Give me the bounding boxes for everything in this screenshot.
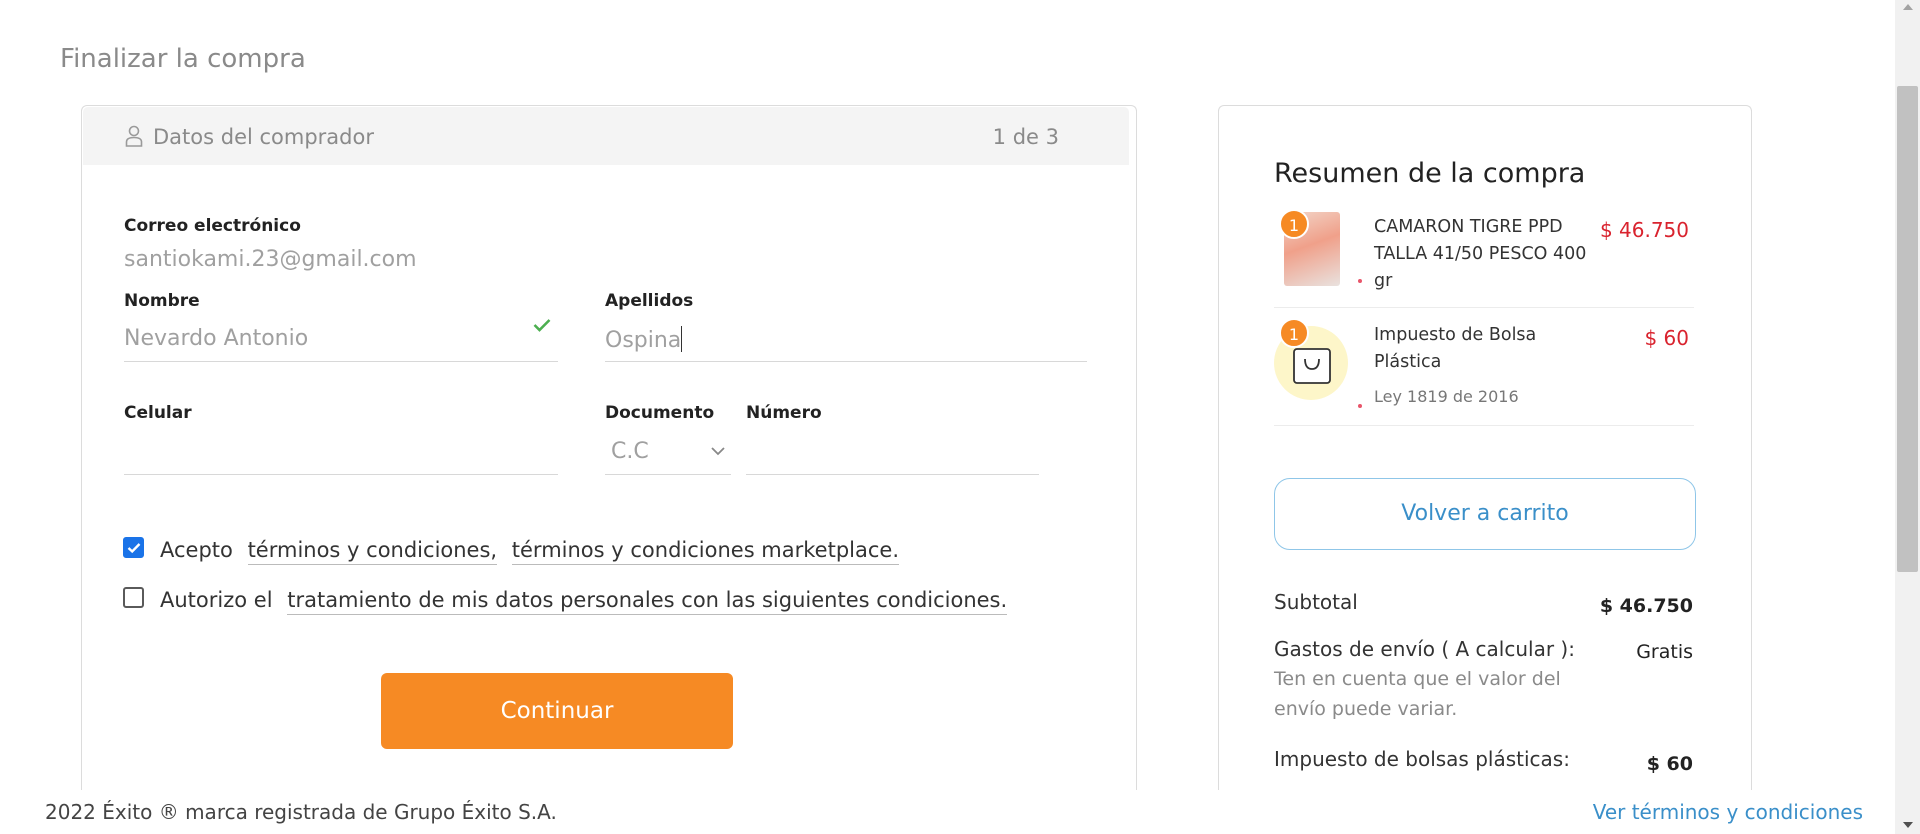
scroll-thumb[interactable] <box>1897 86 1918 572</box>
last-name-label: Apellidos <box>605 291 694 311</box>
user-icon <box>125 125 143 147</box>
shipping-note: Ten en cuenta que el valor del envío pue… <box>1274 668 1561 720</box>
document-type-label: Documento <box>605 403 715 423</box>
terms-link[interactable]: términos y condiciones, <box>247 538 498 565</box>
cart-item: 1 CAMARON TIGRE PPD TALLA 41/50 PESCO 40… <box>1274 206 1694 308</box>
email-label: Correo electrónico <box>124 216 301 236</box>
item-name: CAMARON TIGRE PPD TALLA 41/50 PESCO 400 … <box>1374 217 1587 291</box>
subtotal-value: $ 46.750 <box>1599 595 1693 617</box>
bag-tax-value: $ 60 <box>1646 753 1693 775</box>
step-header: Datos del comprador 1 de 3 <box>83 107 1129 165</box>
last-name-underline <box>605 361 1087 362</box>
shipping-value: Gratis <box>1636 641 1693 663</box>
continue-button[interactable]: Continuar <box>381 673 733 749</box>
cart-item: 1 Impuesto de Bolsa Plástica Ley 1819 de… <box>1274 309 1694 426</box>
document-number-label: Número <box>746 403 822 423</box>
item-name: Impuesto de Bolsa Plástica <box>1374 325 1537 372</box>
dot-icon <box>1358 404 1362 408</box>
step-count: 1 de 3 <box>992 125 1059 149</box>
first-name-label: Nombre <box>124 291 200 311</box>
last-name-field[interactable]: Ospina <box>605 326 683 353</box>
back-to-cart-button[interactable]: Volver a carrito <box>1274 478 1696 550</box>
scroll-up-arrow-icon[interactable] <box>1903 4 1913 10</box>
terms-consent: Acepto términos y condiciones, términos … <box>160 538 900 565</box>
item-price: $ 46.750 <box>1599 218 1689 242</box>
summary-title: Resumen de la compra <box>1274 158 1586 189</box>
last-name-value: Ospina <box>605 328 682 353</box>
first-name-field[interactable]: Nevardo Antonio <box>124 326 308 351</box>
data-consent-prefix: Autorizo el <box>160 588 273 612</box>
checkmark-icon <box>127 543 141 554</box>
data-consent: Autorizo el tratamiento de mis datos per… <box>160 588 1008 615</box>
personal-data-link[interactable]: tratamiento de mis datos personales con … <box>287 588 1008 615</box>
quantity-badge: 1 <box>1279 209 1309 239</box>
dot-icon <box>1358 279 1362 283</box>
marketplace-terms-link[interactable]: términos y condiciones marketplace. <box>511 538 900 565</box>
chevron-down-icon <box>711 447 725 456</box>
scroll-down-arrow-icon[interactable] <box>1903 822 1913 828</box>
item-price: $ 60 <box>1644 326 1689 350</box>
first-name-underline <box>124 361 558 362</box>
bag-tax-label: Impuesto de bolsas plásticas: <box>1274 747 1570 771</box>
quantity-badge: 1 <box>1279 318 1309 348</box>
document-number-field[interactable] <box>746 436 1039 470</box>
check-icon <box>533 319 551 332</box>
order-summary-panel: Resumen de la compra 1 CAMARON TIGRE PPD… <box>1218 105 1752 805</box>
text-caret <box>681 326 683 352</box>
phone-underline <box>124 474 558 475</box>
phone-label: Celular <box>124 403 192 423</box>
document-type-underline <box>605 474 731 475</box>
subtotal-label: Subtotal <box>1274 590 1358 614</box>
document-type-select[interactable]: C.C <box>611 439 649 464</box>
terms-checkbox[interactable] <box>123 537 144 558</box>
shopping-bag-icon <box>1293 348 1331 384</box>
phone-field[interactable] <box>124 436 558 470</box>
footer: 2022 Éxito ® marca registrada de Grupo É… <box>0 790 1895 834</box>
terms-prefix: Acepto <box>160 538 233 562</box>
item-subtitle: Ley 1819 de 2016 <box>1374 387 1519 406</box>
copyright-text: 2022 Éxito ® marca registrada de Grupo É… <box>45 800 557 824</box>
terms-footer-link[interactable]: Ver términos y condiciones <box>1593 800 1863 824</box>
data-consent-checkbox[interactable] <box>123 587 144 608</box>
scrollbar[interactable] <box>1895 0 1920 834</box>
email-field[interactable]: santiokami.23@gmail.com <box>124 247 417 272</box>
document-number-underline <box>746 474 1039 475</box>
step-title: Datos del comprador <box>153 125 374 149</box>
shipping-label: Gastos de envío ( A calcular ): <box>1274 637 1575 661</box>
page-title: Finalizar la compra <box>60 44 306 74</box>
